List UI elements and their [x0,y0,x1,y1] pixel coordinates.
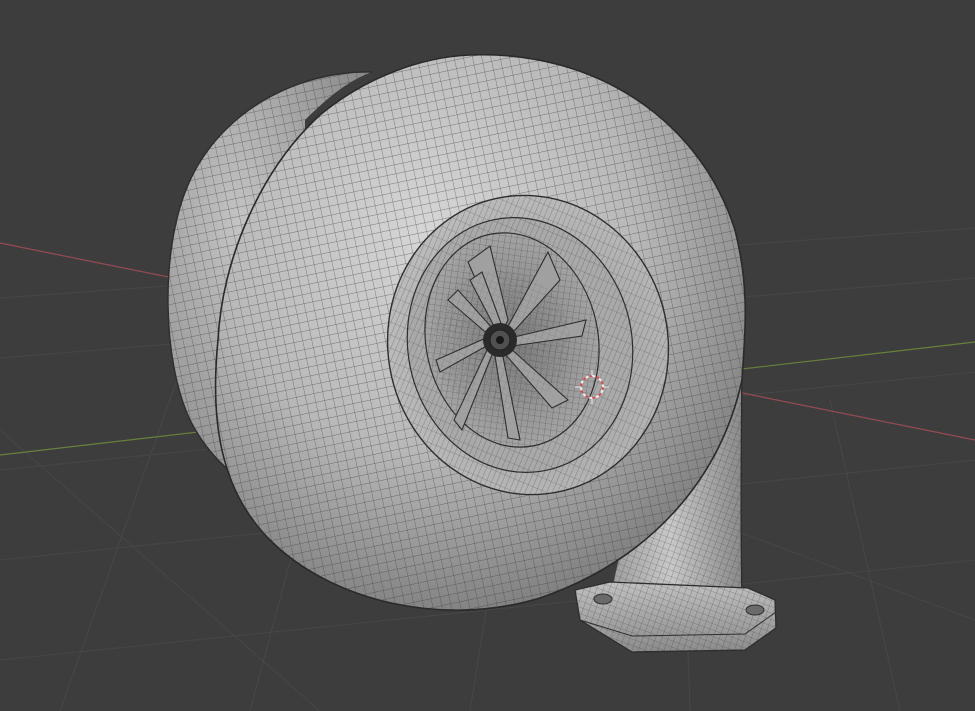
hub-nut[interactable] [483,323,517,357]
flange-bolt-hole [745,604,765,616]
3d-viewport[interactable] [0,0,975,711]
turbocharger-model[interactable] [167,54,777,653]
outlet-flange[interactable] [574,581,777,653]
flange-bolt-hole [593,593,613,605]
